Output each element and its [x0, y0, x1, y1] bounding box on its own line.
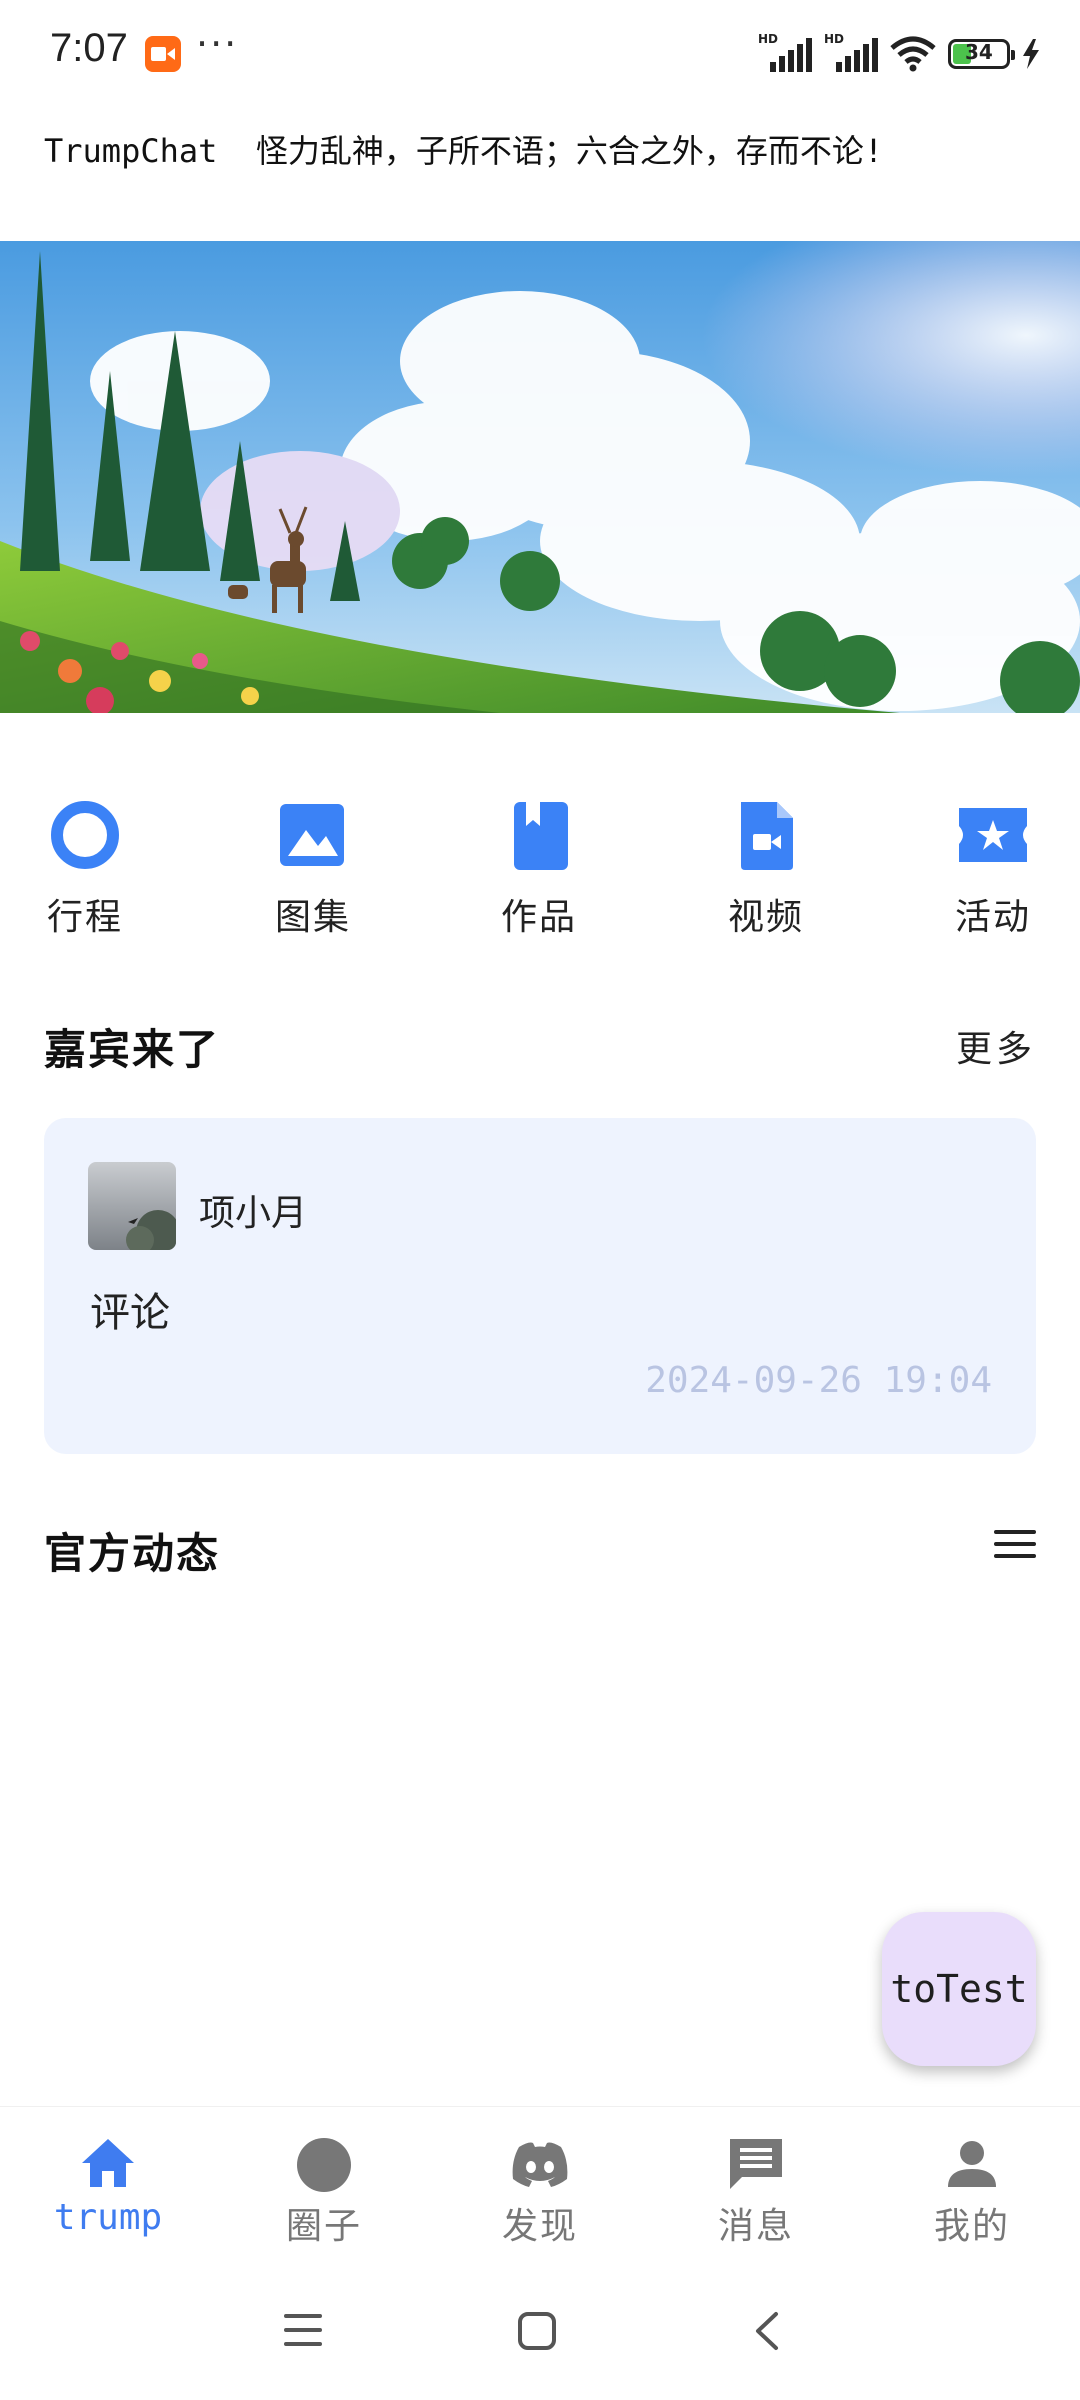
- guest-card[interactable]: 项小月 评论 2024-09-26 19:04: [44, 1118, 1036, 1454]
- quick-nav-events[interactable]: 活动: [918, 800, 1068, 950]
- quick-nav: 行程 图集 作品 视频 活动: [0, 800, 1080, 950]
- recent-apps-icon[interactable]: [282, 2310, 324, 2350]
- status-time: 7:07: [50, 26, 128, 70]
- menu-icon[interactable]: [994, 1530, 1036, 1560]
- charging-icon: [1023, 39, 1039, 69]
- status-icons: HD HD 34: [758, 32, 1040, 76]
- guest-name: 项小月: [199, 1193, 308, 1234]
- person-icon: [948, 2141, 996, 2187]
- bottom-nav-label: 我的: [933, 2206, 1010, 2247]
- quick-nav-gallery[interactable]: 图集: [238, 800, 388, 950]
- home-icon: [82, 2139, 134, 2187]
- quick-nav-label: 行程: [46, 897, 123, 938]
- bottom-nav-me[interactable]: 我的: [892, 2133, 1052, 2249]
- bottom-nav-discover[interactable]: 发现: [460, 2133, 620, 2249]
- bottom-nav-label: 消息: [717, 2206, 794, 2247]
- battery-icon: 34: [948, 39, 1015, 69]
- bottom-nav-trump[interactable]: trump: [28, 2133, 188, 2238]
- guest-comment: 评论: [90, 1290, 170, 1336]
- quick-nav-label: 视频: [727, 897, 804, 938]
- image-icon: [280, 804, 344, 866]
- quick-nav-label: 活动: [954, 897, 1031, 938]
- avatar[interactable]: [88, 1162, 176, 1250]
- to-test-fab-button[interactable]: toTest: [882, 1912, 1036, 2066]
- status-bar: 7:07 ··· HD HD 34: [0, 0, 1080, 108]
- battery-level: 34: [965, 40, 993, 64]
- bottom-nav-label: 圈子: [285, 2206, 362, 2247]
- screen-record-icon: [145, 36, 181, 72]
- guests-more-link[interactable]: 更多: [956, 1020, 1036, 1072]
- quick-nav-label: 作品: [500, 897, 577, 938]
- system-navigation-bar: [0, 2280, 1080, 2400]
- signal-hd-icon: HD: [824, 32, 878, 74]
- official-section-title: 官方动态: [44, 1529, 221, 1578]
- quick-nav-video[interactable]: 视频: [691, 800, 841, 950]
- bottom-nav-circle[interactable]: 圈子: [244, 2133, 404, 2249]
- bookmark-book-icon: [514, 802, 568, 870]
- back-icon[interactable]: [752, 2310, 782, 2352]
- quick-nav-works[interactable]: 作品: [464, 800, 614, 950]
- header-tagline: TrumpChat 怪力乱神，子所不语；六合之外，存而不论!: [44, 132, 884, 170]
- wifi-icon: [890, 36, 936, 72]
- star-ticket-icon: [959, 808, 1027, 862]
- circle-icon: [297, 2138, 351, 2192]
- banner-image[interactable]: [0, 241, 1080, 713]
- guests-section-title: 嘉宾来了: [44, 1025, 221, 1074]
- bottom-nav-label: trump: [53, 2197, 163, 2238]
- bottom-nav: trump 圈子 发现 消息 我的: [0, 2106, 1080, 2273]
- message-icon: [730, 2139, 782, 2189]
- quick-nav-trip[interactable]: 行程: [10, 800, 160, 950]
- bottom-nav-label: 发现: [501, 2206, 578, 2247]
- circle-ring-icon: [51, 801, 119, 869]
- home-button-icon[interactable]: [516, 2310, 558, 2352]
- quick-nav-label: 图集: [274, 897, 351, 938]
- guest-timestamp: 2024-09-26 19:04: [645, 1360, 992, 1401]
- more-dots-icon: ···: [196, 22, 239, 66]
- signal-hd-icon: HD: [758, 32, 812, 74]
- discord-icon: [512, 2142, 568, 2187]
- bottom-nav-messages[interactable]: 消息: [676, 2133, 836, 2249]
- video-file-icon: [741, 802, 793, 870]
